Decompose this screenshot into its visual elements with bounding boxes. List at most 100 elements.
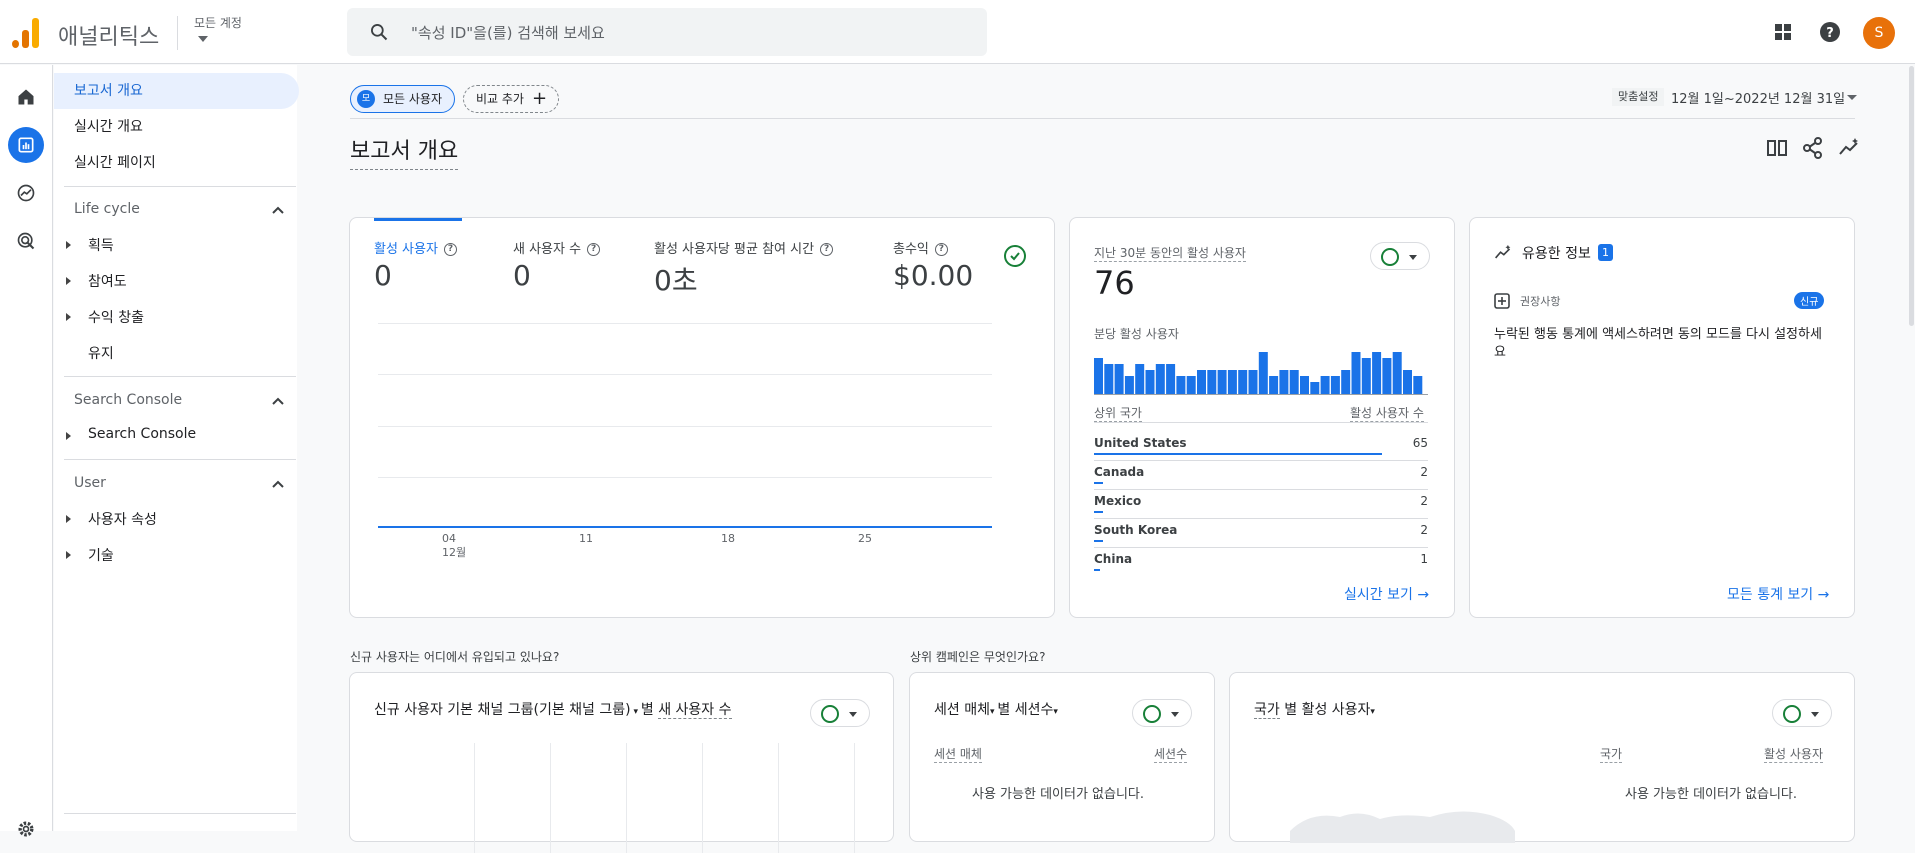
metric-new-users[interactable]: 새 사용자 수? 0	[513, 238, 601, 292]
col-session-medium[interactable]: 세션 매체	[934, 745, 982, 763]
nav-item-search-console[interactable]: Search Console	[88, 426, 196, 442]
view-realtime-link[interactable]: 실시간 보기 →	[1344, 584, 1429, 604]
help-icon[interactable]: ?	[587, 243, 601, 256]
help-icon[interactable]: ?	[934, 243, 948, 256]
advertising-icon[interactable]	[8, 223, 44, 259]
metric-label[interactable]: 새 사용자 수	[658, 702, 732, 719]
nav-section-user[interactable]: User	[74, 475, 106, 491]
col-country[interactable]: 상위 국가	[1094, 404, 1142, 422]
expand-arrow-icon[interactable]	[66, 432, 71, 440]
page-scrollbar[interactable]	[1909, 66, 1914, 326]
per-minute-bar[interactable]	[1114, 364, 1124, 394]
realtime-compare-dropdown[interactable]	[1370, 242, 1430, 270]
per-minute-bar[interactable]	[1300, 376, 1309, 394]
compare-dropdown[interactable]	[810, 699, 870, 727]
apps-grid-icon[interactable]	[1771, 20, 1795, 44]
card-title[interactable]: 신규 사용자 기본 채널 그룹(기본 채널 그룹) ▾ 별 새 사용자 수	[374, 699, 732, 719]
metric-avg-engagement[interactable]: 활성 사용자당 평균 참여 시간? 0초	[654, 238, 834, 299]
nav-item-acquisition[interactable]: 획득	[88, 235, 114, 255]
analytics-logo-icon[interactable]	[12, 18, 40, 48]
explore-icon[interactable]	[8, 175, 44, 211]
expand-arrow-icon[interactable]	[66, 551, 71, 559]
help-icon[interactable]: ?	[820, 243, 834, 256]
compare-columns-icon[interactable]	[1766, 137, 1788, 159]
share-icon[interactable]	[1802, 137, 1824, 159]
expand-arrow-icon[interactable]	[66, 515, 71, 523]
dimension-label[interactable]: 국가	[1254, 702, 1280, 719]
compare-dropdown[interactable]	[1772, 699, 1832, 727]
per-minute-bar[interactable]	[1155, 364, 1165, 394]
per-minute-bar[interactable]	[1135, 364, 1145, 394]
expand-arrow-icon[interactable]	[66, 241, 71, 249]
nav-item-engagement[interactable]: 참여도	[88, 271, 127, 291]
per-minute-bar[interactable]	[1258, 352, 1268, 394]
home-icon[interactable]	[8, 79, 44, 115]
account-selector-label[interactable]: 모든 계정	[194, 14, 242, 31]
per-minute-bar[interactable]	[1310, 382, 1320, 394]
view-all-insights-link[interactable]: 모든 통계 보기 →	[1727, 584, 1829, 604]
metric-active-users[interactable]: 활성 사용자? 0	[374, 238, 457, 292]
nav-section-lifecycle[interactable]: Life cycle	[74, 201, 140, 217]
expand-arrow-icon[interactable]	[66, 277, 71, 285]
per-minute-bar[interactable]	[1372, 352, 1382, 394]
dimension-label[interactable]: 세션 매체	[934, 702, 990, 718]
per-minute-bar[interactable]	[1341, 370, 1351, 394]
per-minute-bar[interactable]	[1289, 370, 1299, 394]
reports-icon[interactable]	[8, 127, 44, 163]
nav-item-tech[interactable]: 기술	[88, 545, 114, 565]
check-circle-icon[interactable]	[1004, 245, 1026, 267]
metric-total-revenue[interactable]: 총수익? $0.00	[893, 238, 973, 292]
card-title[interactable]: 국가 별 활성 사용자▾	[1254, 699, 1375, 719]
col-active-users[interactable]: 활성 사용자	[1764, 745, 1824, 763]
metric-label[interactable]: 세션수	[1015, 702, 1054, 718]
nav-item-realtime-pages[interactable]: 실시간 페이지	[54, 145, 299, 181]
avatar[interactable]: S	[1863, 17, 1895, 49]
nav-item-user-attributes[interactable]: 사용자 속성	[88, 509, 157, 529]
per-minute-bar[interactable]	[1227, 370, 1237, 394]
compare-dropdown[interactable]	[1132, 699, 1192, 727]
chevron-up-icon[interactable]	[271, 477, 285, 491]
chevron-down-icon[interactable]	[198, 36, 208, 42]
per-minute-bar[interactable]	[1238, 370, 1248, 394]
date-range-picker[interactable]: 12월 1일~2022년 12월 31일	[1671, 88, 1845, 107]
help-icon[interactable]: ?	[443, 243, 457, 256]
per-minute-bar[interactable]	[1248, 370, 1258, 394]
per-minute-bar[interactable]	[1413, 376, 1423, 394]
add-comparison-button[interactable]: 비교 추가 +	[463, 85, 559, 113]
per-minute-bar[interactable]	[1124, 376, 1134, 394]
per-minute-bar[interactable]	[1392, 352, 1402, 394]
nav-item-reports-snapshot[interactable]: 보고서 개요	[54, 73, 299, 109]
insights-icon[interactable]	[1838, 137, 1860, 159]
per-minute-bar[interactable]	[1176, 376, 1186, 394]
per-minute-bar[interactable]	[1217, 370, 1227, 394]
per-minute-bar[interactable]	[1207, 370, 1217, 394]
per-minute-bar[interactable]	[1330, 376, 1340, 394]
per-minute-bar[interactable]	[1094, 358, 1103, 394]
per-minute-bar[interactable]	[1279, 370, 1289, 394]
all-users-chip[interactable]: 모 모든 사용자	[350, 85, 455, 113]
search-input[interactable]: "속성 ID"을(를) 검색해 보세요	[411, 22, 605, 43]
per-minute-bar[interactable]	[1186, 376, 1196, 394]
help-icon[interactable]: ?	[1818, 20, 1842, 44]
search-bar[interactable]: "속성 ID"을(를) 검색해 보세요	[347, 8, 987, 56]
insight-text[interactable]: 누락된 행동 통계에 액세스하려면 동의 모드를 다시 설정하세요	[1494, 326, 1828, 362]
per-minute-bar[interactable]	[1403, 370, 1412, 394]
per-minute-bar[interactable]	[1197, 370, 1206, 394]
per-minute-bar[interactable]	[1382, 358, 1392, 394]
col-sessions[interactable]: 세션수	[1154, 745, 1188, 763]
per-minute-bar[interactable]	[1351, 352, 1361, 394]
chevron-up-icon[interactable]	[271, 394, 285, 408]
col-country[interactable]: 국가	[1600, 745, 1623, 763]
nav-item-realtime-overview[interactable]: 실시간 개요	[54, 109, 299, 145]
per-minute-bar[interactable]	[1145, 370, 1155, 394]
per-minute-bar[interactable]	[1166, 364, 1176, 394]
per-minute-bar[interactable]	[1104, 364, 1114, 394]
per-minute-bar[interactable]	[1269, 376, 1279, 394]
dimension-label[interactable]: 신규 사용자 기본 채널 그룹(기본 채널 그룹)	[374, 702, 631, 718]
expand-arrow-icon[interactable]	[66, 313, 71, 321]
chevron-up-icon[interactable]	[271, 203, 285, 217]
nav-item-monetization[interactable]: 수익 창출	[88, 307, 144, 327]
nav-section-search-console[interactable]: Search Console	[74, 392, 182, 408]
settings-gear-icon[interactable]	[8, 811, 44, 847]
per-minute-bar[interactable]	[1361, 358, 1371, 394]
